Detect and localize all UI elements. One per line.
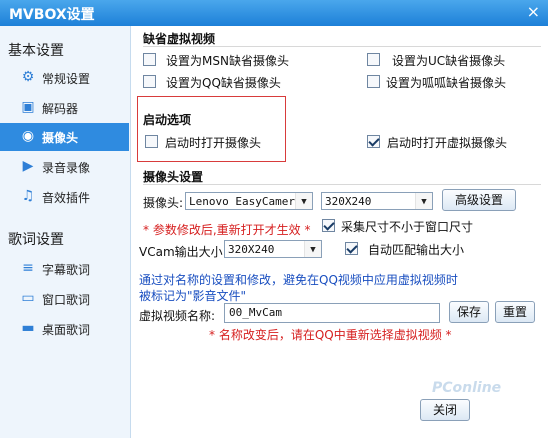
watermark: PConline [432,380,502,396]
open-camera-on-start-label: 启动时打开摄像头 [165,136,262,150]
video-icon: ▶ [22,158,34,174]
advanced-settings-button[interactable]: 高级设置 [442,189,516,211]
chevron-down-icon: ▼ [295,193,312,209]
settings-window: MVBOX设置 × 基本设置 ⚙ 常规设置 ▣ 解码器 ◉ 摄像头 ▶ 录音录像… [0,0,548,438]
open-virtual-camera-on-start-checkbox[interactable] [367,135,380,148]
desktop-icon: ▬ [21,320,35,336]
gear-icon: ⚙ [21,69,35,85]
divider [143,184,541,185]
sidebar-item-general[interactable]: ⚙ 常规设置 [0,64,129,92]
virtual-video-name-label: 虚拟视频名称: [139,309,216,323]
sidebar-item-recording[interactable]: ▶ 录音录像 [0,153,129,181]
save-button[interactable]: 保存 [449,301,489,323]
sidebar-item-label: 窗口歌词 [42,293,91,307]
window-title: MVBOX设置 [9,7,95,23]
window-icon: ▭ [21,290,35,306]
lyrics-settings-header: 歌词设置 [8,232,64,248]
default-camera-header: 缺省虚拟视频 [143,32,216,46]
vcam-output-value: 320X240 [228,243,275,256]
info-text-line2: 被标记为"影音文件" [139,289,247,303]
sidebar-item-subtitle-lyrics[interactable]: ≡ 字幕歌词 [0,255,129,283]
sidebar-item-decoder[interactable]: ▣ 解码器 [0,94,129,122]
sidebar-item-sound-effects[interactable]: ♫ 音效插件 [0,183,129,211]
chip-icon: ▣ [21,99,35,115]
startup-highlight-box [137,96,286,162]
camera-label: 摄像头: [143,196,184,210]
sidebar-item-camera[interactable]: ◉ 摄像头 [0,123,129,151]
sidebar-item-label: 摄像头 [42,131,79,145]
title-bar: MVBOX设置 × [0,0,548,26]
qq-default-checkbox[interactable] [143,75,156,88]
sidebar-item-desktop-lyrics[interactable]: ▬ 桌面歌词 [0,315,129,343]
startup-options-header: 启动选项 [143,113,192,127]
info-text-line1: 通过对名称的设置和修改，避免在QQ视频中应用虚拟视频时 [139,273,458,287]
auto-match-checkbox[interactable] [345,242,358,255]
virtual-video-name-input[interactable]: 00_MvCam [224,303,440,323]
capture-size-checkbox[interactable] [322,219,335,232]
uc-default-checkbox[interactable] [367,53,380,66]
music-note-icon: ♫ [21,188,35,204]
param-change-note: * 参数修改后,重新打开才生效 * [143,223,311,237]
camera-settings-header: 摄像头设置 [143,170,204,184]
resolution-select-value: 320X240 [325,195,372,208]
reset-button[interactable]: 重置 [495,301,535,323]
camera-select-value: Lenovo EasyCamera [189,195,302,208]
resolution-select[interactable]: 320X240 ▼ [321,192,433,210]
qq-default-label: 设置为QQ缺省摄像头 [166,76,281,90]
auto-match-label: 自动匹配输出大小 [368,243,465,257]
sidebar-item-label: 桌面歌词 [42,323,91,337]
camera-icon: ◉ [21,128,35,144]
vcam-output-select[interactable]: 320X240 ▼ [224,240,322,258]
sidebar-item-label: 常规设置 [42,72,91,86]
open-camera-on-start-checkbox[interactable] [145,135,158,148]
msn-default-checkbox[interactable] [143,53,156,66]
chevron-down-icon: ▼ [415,193,432,209]
camera-select[interactable]: Lenovo EasyCamera ▼ [185,192,313,210]
sidebar-item-label: 录音录像 [42,161,91,175]
rename-note: * 名称改变后，请在QQ中重新选择虚拟视频 * [209,328,452,342]
close-window-icon[interactable]: × [527,2,540,21]
divider [143,46,541,47]
subtitle-icon: ≡ [22,260,34,276]
open-virtual-camera-on-start-label: 启动时打开虚拟摄像头 [387,136,508,150]
capture-size-label: 采集尺寸不小于窗口尺寸 [341,220,474,234]
sidebar: 基本设置 ⚙ 常规设置 ▣ 解码器 ◉ 摄像头 ▶ 录音录像 ♫ 音效插件 歌词… [0,26,131,438]
vcam-output-label: VCam输出大小: [139,245,227,259]
msn-default-label: 设置为MSN缺省摄像头 [166,54,289,68]
guagua-default-checkbox[interactable] [367,75,380,88]
sidebar-item-label: 解码器 [42,102,79,116]
basic-settings-header: 基本设置 [8,43,64,59]
uc-default-label: 设置为UC缺省摄像头 [392,54,506,68]
guagua-default-label: 设置为呱呱缺省摄像头 [386,76,507,90]
sidebar-item-label: 音效插件 [42,191,91,205]
chevron-down-icon: ▼ [304,241,321,257]
sidebar-item-window-lyrics[interactable]: ▭ 窗口歌词 [0,285,129,313]
sidebar-item-label: 字幕歌词 [42,263,91,277]
